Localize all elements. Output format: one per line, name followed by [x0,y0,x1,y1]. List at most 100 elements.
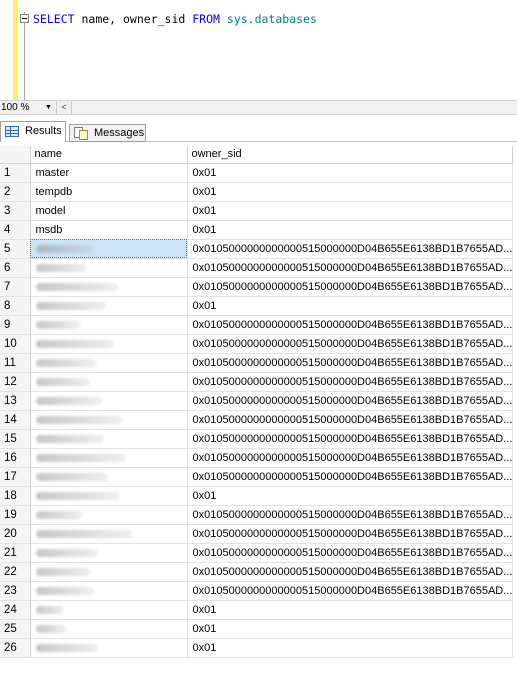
table-row[interactable]: 24 0x01 [0,600,514,620]
tab-results[interactable]: Results [0,121,66,142]
table-row[interactable]: 1 master 0x01 [0,163,514,183]
chevron-down-icon[interactable]: ▼ [45,102,52,113]
row-number[interactable]: 10 [0,334,31,354]
table-row[interactable]: 7 0x0105000000000000515000000D04B655E6138… [0,277,514,297]
table-row[interactable]: 15 0x0105000000000000515000000D04B655E613… [0,429,514,449]
cell-owner-sid[interactable]: 0x0105000000000000515000000D04B655E6138B… [187,505,514,525]
table-row[interactable]: 26 0x01 [0,638,514,658]
table-row[interactable]: 18 0x01 [0,486,514,506]
cell-name[interactable] [30,239,188,259]
cell-owner-sid[interactable]: 0x0105000000000000515000000D04B655E6138B… [187,562,514,582]
table-row[interactable]: 5 0x0105000000000000515000000D04B655E6138… [0,239,514,259]
cell-name[interactable] [30,524,188,544]
cell-owner-sid[interactable]: 0x0105000000000000515000000D04B655E6138B… [187,467,514,487]
cell-owner-sid[interactable]: 0x01 [187,486,514,506]
row-number[interactable]: 3 [0,201,31,221]
row-number[interactable]: 14 [0,410,31,430]
cell-name[interactable] [30,315,188,335]
cell-owner-sid[interactable]: 0x0105000000000000515000000D04B655E6138B… [187,543,514,563]
cell-name[interactable] [30,581,188,601]
row-number[interactable]: 7 [0,277,31,297]
cell-name[interactable] [30,638,188,658]
cell-name[interactable] [30,334,188,354]
cell-owner-sid[interactable]: 0x0105000000000000515000000D04B655E6138B… [187,334,514,354]
grid-corner[interactable] [0,146,31,164]
table-row[interactable]: 14 0x0105000000000000515000000D04B655E613… [0,410,514,430]
cell-name[interactable] [30,448,188,468]
cell-owner-sid[interactable]: 0x0105000000000000515000000D04B655E6138B… [187,524,514,544]
cell-name[interactable]: master [30,163,188,183]
cell-owner-sid[interactable]: 0x0105000000000000515000000D04B655E6138B… [187,429,514,449]
row-number[interactable]: 1 [0,163,31,183]
cell-owner-sid[interactable]: 0x0105000000000000515000000D04B655E6138B… [187,410,514,430]
cell-name[interactable] [30,505,188,525]
cell-name[interactable]: tempdb [30,182,188,202]
cell-name[interactable] [30,486,188,506]
table-row[interactable]: 20 0x0105000000000000515000000D04B655E613… [0,524,514,544]
cell-name[interactable] [30,353,188,373]
row-number[interactable]: 6 [0,258,31,278]
table-row[interactable]: 12 0x0105000000000000515000000D04B655E613… [0,372,514,392]
table-row[interactable]: 3 model 0x01 [0,201,514,221]
row-number[interactable]: 11 [0,353,31,373]
cell-owner-sid[interactable]: 0x0105000000000000515000000D04B655E6138B… [187,258,514,278]
tab-messages[interactable]: Messages [69,124,146,142]
table-row[interactable]: 16 0x0105000000000000515000000D04B655E613… [0,448,514,468]
query-editor[interactable]: SELECT name, owner_sid FROM sys.database… [0,0,517,100]
cell-owner-sid[interactable]: 0x0105000000000000515000000D04B655E6138B… [187,372,514,392]
row-number[interactable]: 8 [0,296,31,316]
cell-name[interactable] [30,391,188,411]
zoom-select[interactable]: 100 % [0,101,29,114]
cell-name[interactable] [30,277,188,297]
cell-owner-sid[interactable]: 0x0105000000000000515000000D04B655E6138B… [187,581,514,601]
cell-name[interactable] [30,296,188,316]
cell-owner-sid[interactable]: 0x0105000000000000515000000D04B655E6138B… [187,315,514,335]
cell-owner-sid[interactable]: 0x01 [187,296,514,316]
cell-owner-sid[interactable]: 0x01 [187,600,514,620]
row-number[interactable]: 21 [0,543,31,563]
cell-owner-sid[interactable]: 0x0105000000000000515000000D04B655E6138B… [187,353,514,373]
column-header-owner-sid[interactable]: owner_sid [187,146,514,164]
cell-owner-sid[interactable]: 0x01 [187,163,514,183]
collapse-icon[interactable] [20,14,29,23]
cell-name[interactable] [30,467,188,487]
cell-owner-sid[interactable]: 0x01 [187,638,514,658]
cell-owner-sid[interactable]: 0x0105000000000000515000000D04B655E6138B… [187,277,514,297]
cell-name[interactable]: model [30,201,188,221]
row-number[interactable]: 17 [0,467,31,487]
row-number[interactable]: 19 [0,505,31,525]
row-number[interactable]: 15 [0,429,31,449]
table-row[interactable]: 11 0x0105000000000000515000000D04B655E613… [0,353,514,373]
row-number[interactable]: 12 [0,372,31,392]
table-row[interactable]: 4 msdb 0x01 [0,220,514,240]
row-number[interactable]: 24 [0,600,31,620]
row-number[interactable]: 26 [0,638,31,658]
table-row[interactable]: 10 0x0105000000000000515000000D04B655E613… [0,334,514,354]
cell-name[interactable] [30,619,188,639]
cell-name[interactable] [30,562,188,582]
cell-name[interactable] [30,600,188,620]
cell-owner-sid[interactable]: 0x0105000000000000515000000D04B655E6138B… [187,239,514,259]
row-number[interactable]: 13 [0,391,31,411]
table-row[interactable]: 21 0x0105000000000000515000000D04B655E613… [0,543,514,563]
table-row[interactable]: 19 0x0105000000000000515000000D04B655E613… [0,505,514,525]
results-grid[interactable]: name owner_sid 1 master 0x01 2 tempdb 0x01 3 mo… [0,146,517,658]
row-number[interactable]: 4 [0,220,31,240]
row-number[interactable]: 25 [0,619,31,639]
cell-owner-sid[interactable]: 0x01 [187,201,514,221]
cell-name[interactable] [30,543,188,563]
cell-owner-sid[interactable]: 0x01 [187,220,514,240]
row-number[interactable]: 9 [0,315,31,335]
cell-name[interactable] [30,410,188,430]
table-row[interactable]: 25 0x01 [0,619,514,639]
row-number[interactable]: 16 [0,448,31,468]
table-row[interactable]: 2 tempdb 0x01 [0,182,514,202]
cell-name[interactable]: msdb [30,220,188,240]
column-header-name[interactable]: name [30,146,188,164]
row-number[interactable]: 23 [0,581,31,601]
query-text[interactable]: SELECT name, owner_sid FROM sys.database… [33,12,317,27]
cell-owner-sid[interactable]: 0x0105000000000000515000000D04B655E6138B… [187,448,514,468]
row-number[interactable]: 2 [0,182,31,202]
table-row[interactable]: 9 0x0105000000000000515000000D04B655E6138… [0,315,514,335]
cell-name[interactable] [30,372,188,392]
